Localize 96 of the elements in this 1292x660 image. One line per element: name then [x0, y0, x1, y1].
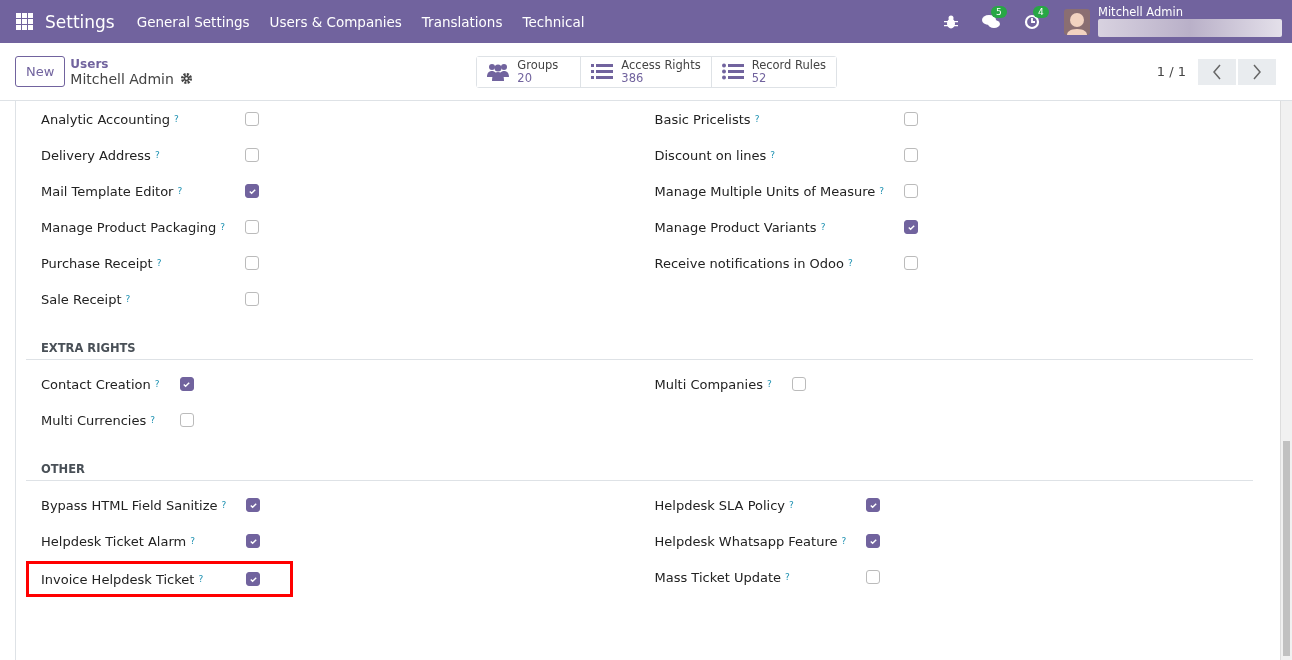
field-label: Invoice Helpdesk Ticket $^{?}$: [41, 571, 205, 587]
help-tooltip[interactable]: ?: [150, 415, 155, 425]
field-label: Manage Product Packaging $^{?}$: [41, 218, 227, 237]
help-tooltip[interactable]: ?: [785, 572, 790, 582]
checkbox[interactable]: [246, 498, 261, 512]
bug-icon[interactable]: [944, 14, 958, 29]
field-label: Multi Companies $^{?}$: [654, 375, 773, 394]
check-icon: [868, 500, 878, 510]
menu-item[interactable]: Translations: [411, 13, 513, 30]
check-icon: [247, 186, 257, 196]
help-tooltip[interactable]: ?: [754, 114, 760, 124]
help-tooltip[interactable]: ?: [125, 294, 131, 304]
help-tooltip[interactable]: ?: [154, 150, 160, 160]
check-icon: [248, 500, 258, 510]
field-label: Mail Template Editor $^{?}$: [41, 182, 184, 201]
checkbox[interactable]: [245, 148, 260, 162]
message-count-badge: 5: [991, 5, 1007, 18]
help-tooltip[interactable]: ?: [841, 536, 847, 546]
app-grid-icon[interactable]: [16, 13, 33, 30]
activity-count-badge: 4: [1033, 5, 1049, 18]
check-icon: [182, 379, 191, 389]
checkbox[interactable]: [904, 184, 919, 198]
field-label: Mass Ticket Update $^{?}$: [654, 568, 791, 587]
checkbox[interactable]: [904, 256, 919, 270]
help-tooltip[interactable]: ?: [177, 186, 183, 196]
chevron-left-icon: [1212, 63, 1222, 80]
checkbox[interactable]: [245, 184, 260, 198]
pager-counter: 1 / 1: [1156, 64, 1186, 79]
field-label: Manage Multiple Units of Measure $^{?}$: [654, 182, 886, 201]
menu-item[interactable]: Users & Companies: [259, 13, 412, 30]
checkbox[interactable]: [904, 112, 919, 126]
checkbox[interactable]: [246, 534, 261, 548]
clock-icon[interactable]: [1024, 13, 1040, 30]
check-icon: [248, 536, 258, 546]
field-label: Basic Pricelists $^{?}$: [654, 110, 761, 129]
checkbox[interactable]: [179, 413, 194, 427]
previous-button[interactable]: [1198, 58, 1236, 85]
help-tooltip[interactable]: ?: [847, 258, 853, 268]
field-label: Discount on lines $^{?}$: [654, 146, 777, 165]
app-title[interactable]: Settings: [45, 11, 115, 32]
field-label: Helpdesk Whatsapp Feature $^{?}$: [654, 532, 848, 551]
help-tooltip[interactable]: ?: [766, 379, 772, 389]
field-label: Delivery Address $^{?}$: [41, 146, 161, 165]
check-icon: [868, 536, 878, 546]
help-tooltip[interactable]: ?: [220, 222, 226, 232]
checkbox[interactable]: [791, 377, 806, 391]
bullet-list-icon: [721, 62, 744, 81]
menu-item[interactable]: Technical: [512, 13, 595, 30]
new-button[interactable]: New: [15, 56, 66, 87]
field-label: Purchase Receipt $^{?}$: [41, 254, 163, 273]
field-label: Bypass HTML Field Sanitize $^{?}$: [41, 496, 228, 515]
checkbox[interactable]: [179, 377, 194, 391]
checkbox[interactable]: [904, 220, 919, 234]
settings-icon[interactable]: [179, 72, 193, 85]
checkbox[interactable]: [904, 148, 919, 162]
check-icon: [248, 574, 258, 584]
list-icon: [591, 62, 614, 81]
user-name[interactable]: Mitchell Admin: [1098, 6, 1282, 19]
help-tooltip[interactable]: ?: [198, 574, 204, 584]
field-label: Analytic Accounting $^{?}$: [41, 110, 180, 129]
help-tooltip[interactable]: ?: [174, 114, 179, 124]
breadcrumb-link[interactable]: Users: [70, 56, 477, 71]
field-label: Receive notifications in Odoo $^{?}$: [654, 254, 854, 273]
checkbox[interactable]: [866, 498, 881, 512]
field-label: Helpdesk SLA Policy $^{?}$: [654, 496, 795, 515]
next-button[interactable]: [1238, 58, 1276, 85]
help-tooltip[interactable]: ?: [770, 150, 776, 160]
chevron-right-icon: [1252, 63, 1262, 80]
field-label: Sale Receipt $^{?}$: [41, 290, 132, 309]
field-label: Multi Currencies $^{?}$: [41, 411, 156, 430]
help-tooltip[interactable]: ?: [190, 536, 195, 546]
checkbox[interactable]: [866, 570, 881, 584]
section-heading: EXTRA RIGHTS: [26, 341, 1253, 360]
section-heading: OTHER: [26, 462, 1253, 481]
smart-button[interactable]: Groups 20: [477, 56, 582, 87]
check-icon: [906, 222, 916, 232]
field-label: Manage Product Variants $^{?}$: [654, 218, 827, 237]
avatar-icon[interactable]: [1064, 8, 1090, 35]
checkbox[interactable]: [245, 256, 260, 270]
field-label: Contact Creation $^{?}$: [41, 375, 161, 394]
help-tooltip[interactable]: ?: [789, 500, 794, 510]
scrollbar[interactable]: [1280, 101, 1292, 660]
checkbox[interactable]: [866, 534, 881, 548]
help-tooltip[interactable]: ?: [221, 500, 227, 510]
checkbox[interactable]: [245, 292, 260, 306]
record-name: Mitchell Admin: [70, 70, 174, 87]
field-label: Helpdesk Ticket Alarm $^{?}$: [41, 532, 196, 551]
help-tooltip[interactable]: ?: [820, 222, 826, 232]
checkbox[interactable]: [246, 572, 260, 586]
checkbox[interactable]: [245, 112, 260, 126]
menu-item[interactable]: General Settings: [126, 13, 260, 30]
help-tooltip[interactable]: ?: [879, 186, 885, 196]
checkbox[interactable]: [245, 220, 260, 234]
users-icon: [487, 61, 510, 82]
help-tooltip[interactable]: ?: [154, 379, 160, 389]
help-tooltip[interactable]: ?: [156, 258, 162, 268]
